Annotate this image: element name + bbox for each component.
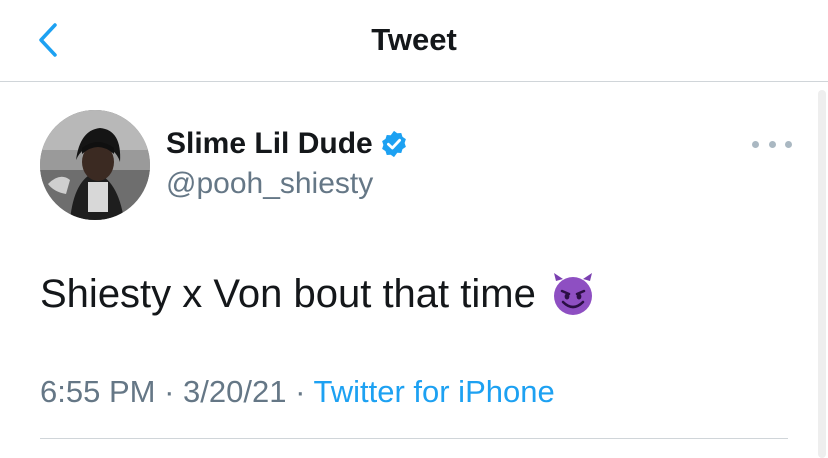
more-options-icon	[785, 140, 792, 148]
scrollbar[interactable]	[818, 90, 826, 458]
divider	[40, 438, 788, 439]
page-title: Tweet	[371, 22, 457, 57]
tweet-text: Shiesty x Von bout that time	[40, 272, 536, 316]
more-options-icon	[752, 140, 759, 148]
tweet-time: 6:55 PM	[40, 374, 156, 409]
more-options-icon	[768, 140, 776, 148]
navigation-bar: Tweet	[0, 0, 828, 82]
smiling-devil-emoji-icon	[553, 273, 592, 315]
tweet-date: 3/20/21	[183, 374, 287, 409]
tweet-metadata: 6:55 PM · 3/20/21 · Twitter for iPhone	[40, 372, 555, 412]
author-name-row[interactable]: Slime Lil Dude	[166, 124, 409, 164]
tweet-source-link[interactable]: Twitter for iPhone	[313, 374, 554, 409]
more-options-button[interactable]	[752, 132, 792, 156]
separator-dot: ·	[295, 374, 306, 409]
verified-badge-icon	[381, 130, 406, 158]
avatar[interactable]	[40, 110, 150, 220]
tweet-body: Shiesty x Von bout that time	[40, 268, 596, 320]
user-handle[interactable]: @pooh_shiesty	[166, 166, 373, 202]
display-name[interactable]: Slime Lil Dude	[166, 126, 373, 162]
profile-photo	[40, 110, 150, 220]
separator-dot: ·	[164, 374, 175, 409]
